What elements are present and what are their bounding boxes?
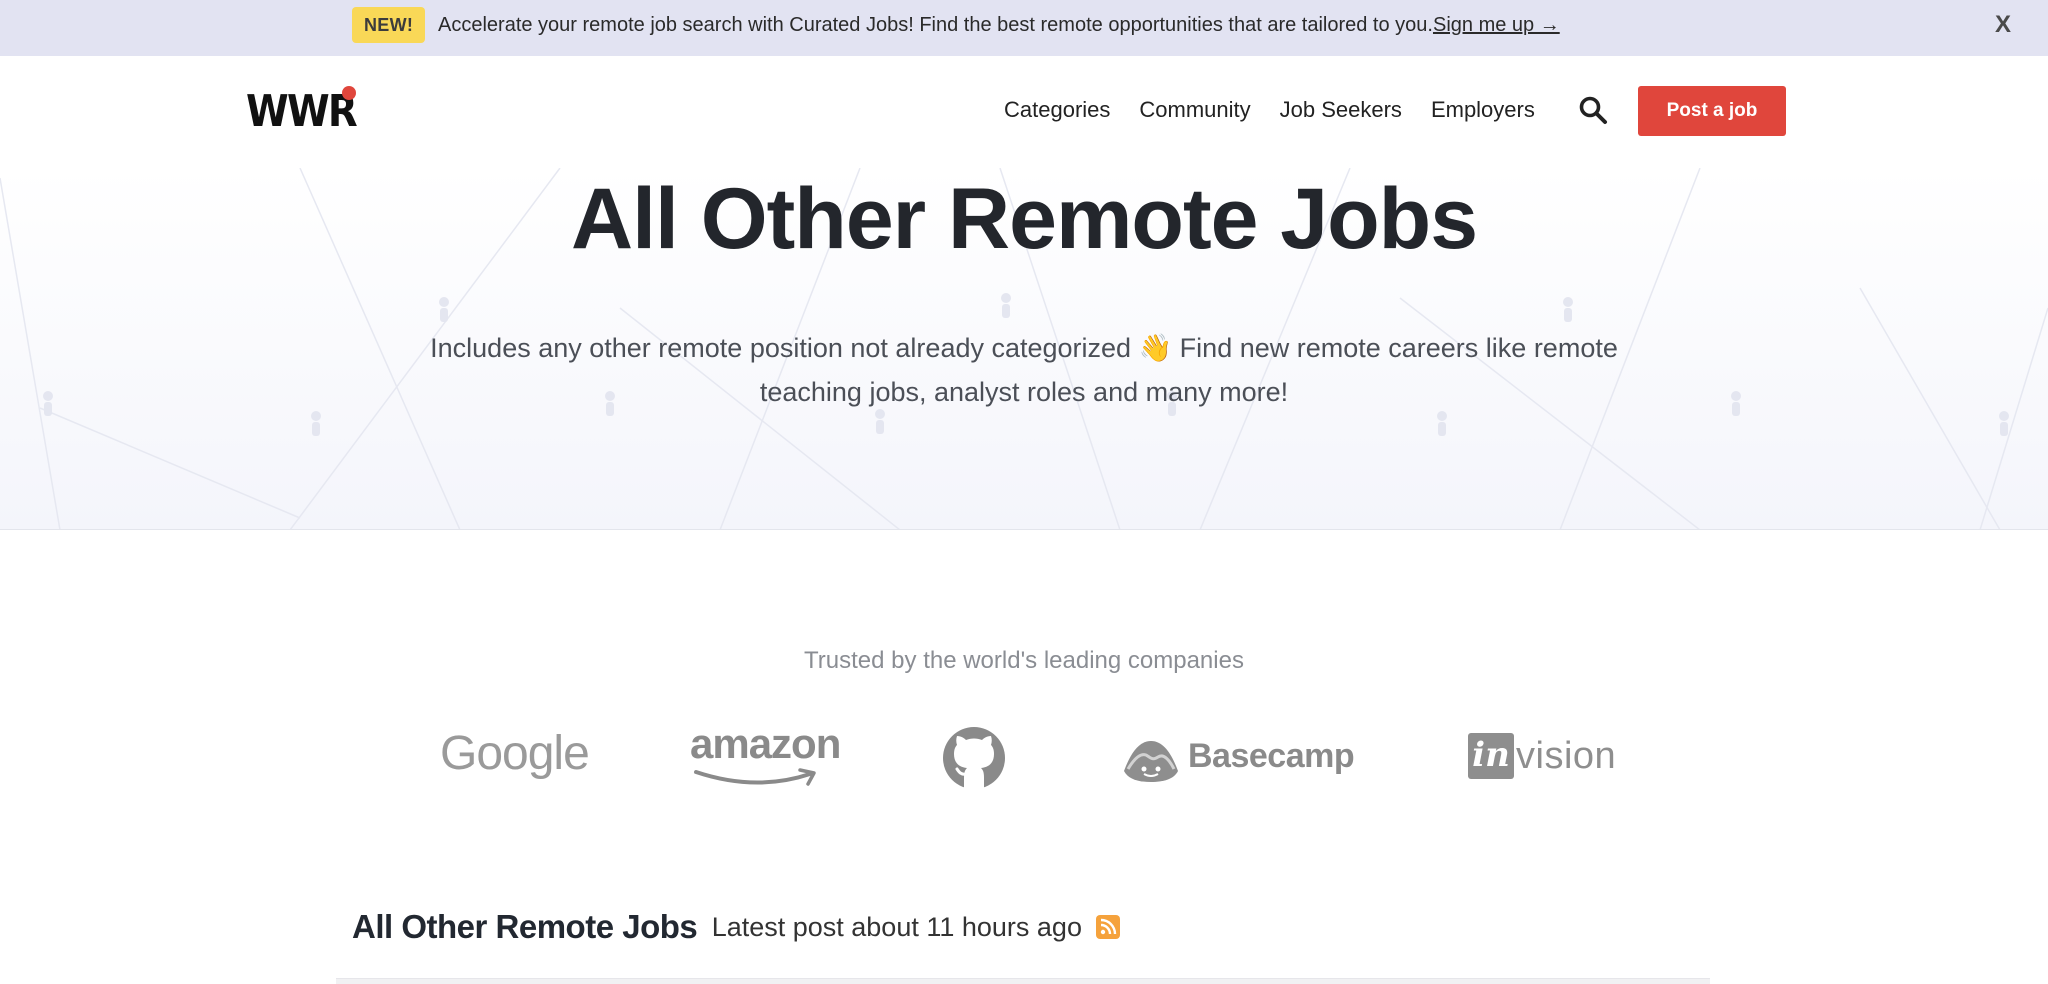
google-logo: Google xyxy=(440,727,590,780)
company-logos: Google amazon Basecamp in vision xyxy=(0,720,2048,790)
post-a-job-button[interactable]: Post a job xyxy=(1638,86,1786,136)
rss-icon[interactable] xyxy=(1096,915,1121,939)
nav-links: Categories Community Job Seekers Employe… xyxy=(1004,96,1535,124)
search-icon[interactable] xyxy=(1578,95,1608,125)
invision-mark: in xyxy=(1468,733,1514,779)
invision-logo: vision xyxy=(1516,735,1617,777)
top-navigation: WWR Categories Community Job Seekers Emp… xyxy=(0,56,2048,168)
hero-description: Includes any other remote position not a… xyxy=(430,333,1618,407)
hero-section: All Other Remote Jobs Includes any other… xyxy=(0,168,2048,530)
nav-job-seekers[interactable]: Job Seekers xyxy=(1280,96,1402,124)
trusted-heading: Trusted by the world's leading companies xyxy=(804,647,1244,674)
section-title: All Other Remote Jobs xyxy=(352,908,698,945)
nav-community[interactable]: Community xyxy=(1139,96,1250,124)
basecamp-icon xyxy=(1124,741,1178,782)
wwr-logo[interactable]: WWR xyxy=(246,90,358,134)
basecamp-logo: Basecamp xyxy=(1188,737,1355,775)
job-list-top-edge xyxy=(336,978,1710,984)
banner-text: Accelerate your remote job search with C… xyxy=(438,14,1433,36)
nav-categories[interactable]: Categories xyxy=(1004,96,1110,124)
latest-post-text: Latest post about 11 hours ago xyxy=(711,912,1082,942)
amazon-logo: amazon xyxy=(690,720,841,767)
nav-employers[interactable]: Employers xyxy=(1431,96,1535,124)
job-section-header: All Other Remote Jobs Latest post about … xyxy=(352,906,1121,948)
github-icon xyxy=(943,727,1005,789)
sign-me-up-link[interactable]: Sign me up → xyxy=(1433,14,1560,36)
page-title: All Other Remote Jobs xyxy=(570,171,1478,267)
new-badge: NEW! xyxy=(352,7,426,43)
close-banner-button[interactable]: X xyxy=(1988,10,2018,40)
banner-message: Accelerate your remote job search with C… xyxy=(438,12,1560,38)
amazon-smile-icon xyxy=(694,768,816,786)
logo-dot xyxy=(342,86,356,100)
announcement-banner: NEW! Accelerate your remote job search w… xyxy=(0,0,2048,56)
